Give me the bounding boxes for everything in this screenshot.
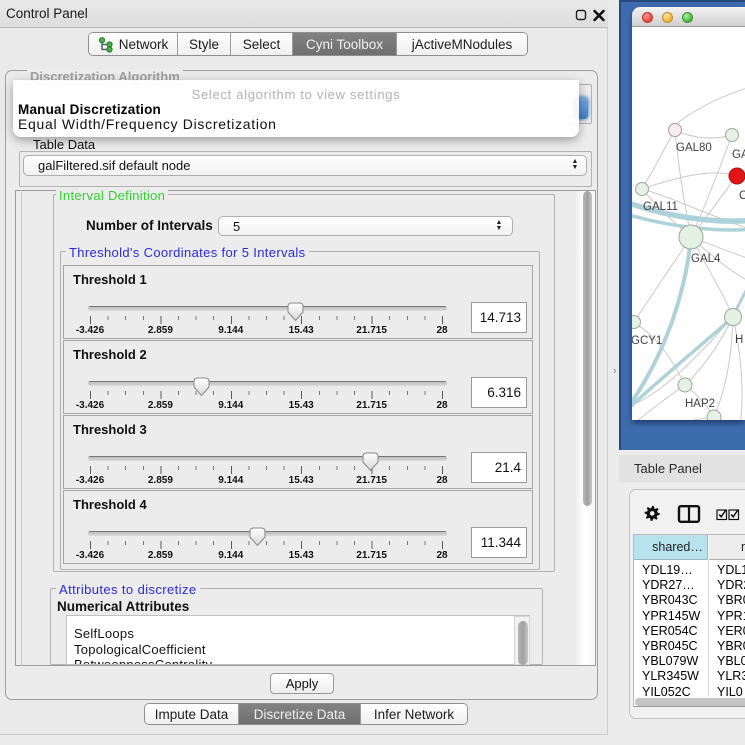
svg-text:H: H [735,334,743,346]
svg-text:GCY1: GCY1 [632,335,662,347]
svg-text:C: C [739,190,745,202]
svg-text:GAL80: GAL80 [676,142,712,154]
svg-text:HAP2: HAP2 [685,398,715,410]
svg-text:GAL4: GAL4 [691,253,721,265]
svg-text:GA: GA [732,149,745,161]
svg-text:GAL11: GAL11 [643,201,678,213]
